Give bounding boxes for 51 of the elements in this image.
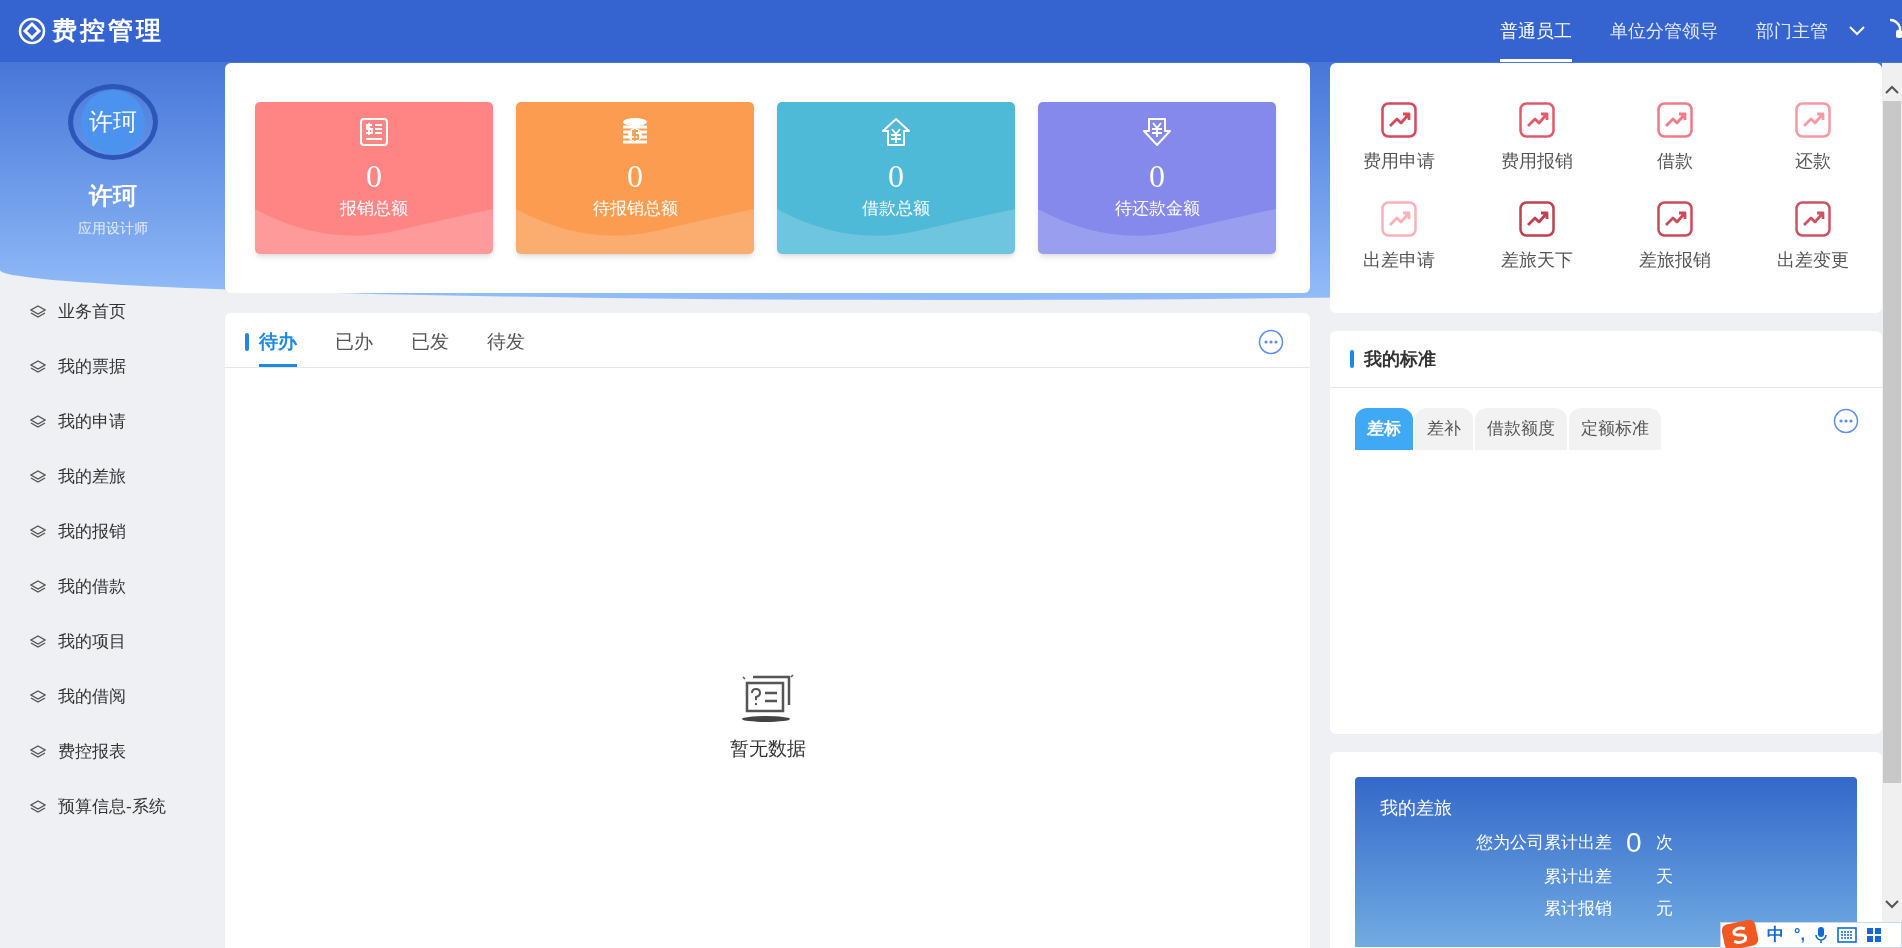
user-name: 许珂 (88, 181, 137, 211)
empty-message: 暂无数据 (729, 737, 806, 761)
travel-stat-value: 0 (1626, 828, 1642, 858)
shortcut-item[interactable]: 费用申请 (1330, 102, 1468, 175)
task-tab[interactable]: 待办 (259, 327, 297, 367)
ime-punctuation-toggle[interactable]: °, (1794, 923, 1805, 947)
shortcut-item[interactable]: 还款 (1744, 102, 1882, 175)
shortcut-item[interactable]: 费用报销 (1468, 102, 1606, 175)
task-tab[interactable]: 已办 (335, 327, 373, 367)
stat-value: 0 (1149, 158, 1165, 194)
section-title: 我的标准 (1364, 347, 1436, 371)
travel-stat-label: 累计出差 (1543, 866, 1612, 888)
travel-stat-label: 您为公司累计出差 (1475, 832, 1612, 855)
sidebar-item[interactable]: 我的项目 (0, 614, 225, 669)
travel-title: 我的差旅 (1380, 797, 1453, 820)
sidebar-item[interactable]: 业务首页 (0, 284, 225, 339)
stat-value: 0 (888, 158, 904, 194)
shortcut-item[interactable]: 出差申请 (1330, 201, 1468, 274)
user-role: 应用设计师 (77, 219, 148, 238)
stat-value: 0 (366, 158, 382, 194)
standard-tab[interactable]: 差补 (1415, 408, 1473, 450)
task-tab[interactable]: 待发 (487, 327, 525, 367)
stat-label: 报销总额 (340, 198, 408, 220)
sidebar-item[interactable]: 我的报销 (0, 504, 225, 559)
task-tab[interactable]: 已发 (411, 327, 449, 367)
sidebar-item[interactable]: 我的借款 (0, 559, 225, 614)
avatar: 许珂 (80, 90, 145, 154)
sidebar-item[interactable]: 我的差旅 (0, 449, 225, 504)
sidebar-item[interactable]: 我的申请 (0, 394, 225, 449)
app-title: 费控管理 (52, 15, 164, 47)
travel-stat-unit: 元 (1656, 897, 1673, 920)
role-tab[interactable]: 部门主管 (1756, 0, 1828, 62)
stat-value: 0 (627, 158, 643, 194)
shortcut-item[interactable]: 出差变更 (1744, 201, 1882, 274)
travel-stat-unit: 次 (1656, 832, 1673, 855)
sidebar-item[interactable]: 费控报表 (0, 724, 225, 779)
travel-stat-label: 累计报销 (1543, 897, 1612, 920)
ime-mode-toggle[interactable]: 中 (1767, 922, 1784, 948)
shortcut-item[interactable]: 差旅天下 (1468, 201, 1606, 274)
shortcut-item[interactable]: 借款 (1606, 102, 1744, 175)
sidebar-item[interactable]: 我的票据 (0, 339, 225, 394)
sidebar-item[interactable]: 预算信息-系统 (0, 779, 225, 834)
travel-stat-unit: 天 (1656, 866, 1673, 888)
stat-label: 待还款金额 (1114, 198, 1200, 220)
stat-label: 待报销总额 (592, 198, 678, 220)
sidebar-item[interactable]: 我的借阅 (0, 669, 225, 724)
stat-label: 借款总额 (862, 198, 930, 220)
standard-tab[interactable]: 定额标准 (1569, 408, 1661, 450)
standard-tab[interactable]: 借款额度 (1475, 408, 1567, 450)
shortcut-item[interactable]: 差旅报销 (1606, 201, 1744, 274)
role-tab[interactable]: 单位分管领导 (1610, 0, 1718, 62)
